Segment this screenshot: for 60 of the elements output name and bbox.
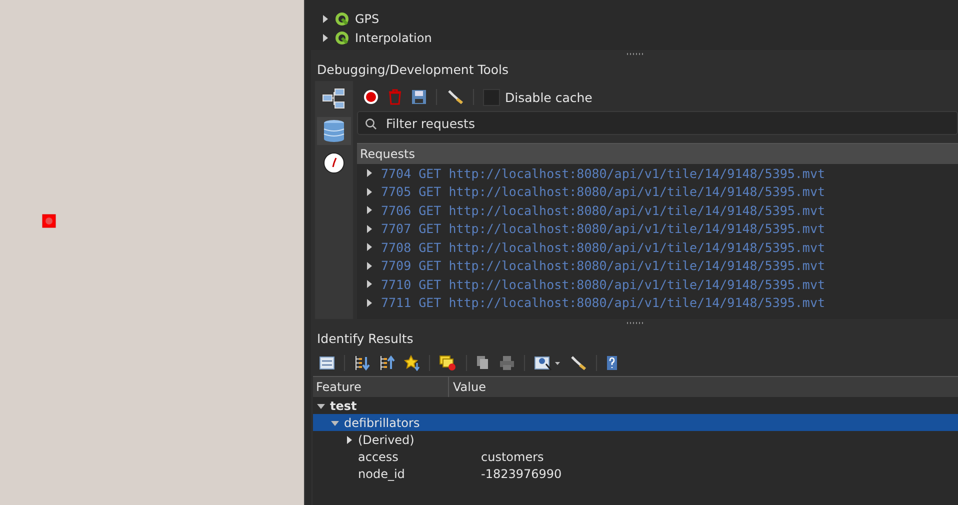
request-entry[interactable]: 7709 GET http://localhost:8080/api/v1/tile/14/9148/5395.mvt (381, 258, 826, 274)
panel-title: Debugging/Development Tools (316, 61, 510, 79)
expand-arrow-icon[interactable] (365, 243, 373, 252)
expand-arrow-icon[interactable] (321, 34, 329, 42)
tree-item[interactable]: Interpolation (355, 30, 432, 44)
feature-label: access (358, 450, 398, 464)
expand-arrow-icon[interactable] (365, 262, 373, 270)
expand-arrow-icon[interactable] (365, 224, 373, 233)
print-icon[interactable] (499, 355, 515, 371)
expand-arrow-icon[interactable] (365, 188, 373, 196)
expand-arrow-icon[interactable] (345, 436, 353, 444)
result-row[interactable]: access customers (313, 448, 958, 465)
result-row[interactable]: node_id -1823976990 (313, 465, 958, 482)
feature-label: node_id (358, 466, 405, 480)
expand-arrow-icon[interactable] (365, 280, 373, 288)
attribute-value: customers (481, 450, 544, 464)
expand-arrow-icon[interactable] (365, 169, 373, 178)
processing-provider-icon (335, 30, 349, 44)
collapse-tree-icon[interactable] (379, 355, 395, 371)
feature-label: (Derived) (358, 432, 414, 446)
processing-provider-icon (335, 12, 349, 26)
checkbox-label[interactable]: Disable cache (505, 90, 592, 104)
expand-tree-icon[interactable] (354, 355, 370, 371)
request-entry[interactable]: 7707 GET http://localhost:8080/api/v1/tile/14/9148/5395.mvt (381, 221, 826, 236)
request-entry[interactable]: 7711 GET http://localhost:8080/api/v1/tile/14/9148/5395.mvt (381, 295, 826, 310)
tree-item[interactable]: GPS (355, 12, 380, 26)
filter-field[interactable]: Filter requests (357, 111, 958, 135)
feature-label: defibrillators (344, 416, 420, 430)
star-icon[interactable] (404, 355, 420, 371)
request-entry[interactable]: 7704 GET http://localhost:8080/api/v1/tile/14/9148/5395.mvt (381, 166, 826, 181)
database-tab[interactable] (317, 117, 351, 145)
result-row[interactable]: defibrillators (313, 414, 958, 431)
panel-title: Identify Results (316, 330, 414, 348)
column-header[interactable]: Value (449, 377, 958, 397)
clear-results-icon[interactable] (439, 355, 457, 371)
wrench-icon[interactable] (446, 89, 464, 105)
identify-mode-icon[interactable] (534, 355, 560, 371)
expand-form-icon[interactable] (319, 355, 335, 371)
feature-label: test (330, 398, 357, 412)
record-icon[interactable] (363, 89, 379, 105)
expand-arrow-icon[interactable] (321, 14, 329, 22)
request-entry[interactable]: 7708 GET http://localhost:8080/api/v1/tile/14/9148/5395.mvt (381, 240, 826, 255)
save-icon[interactable] (411, 89, 427, 105)
disable-cache-checkbox[interactable] (483, 88, 500, 106)
wrench-icon[interactable] (569, 355, 587, 371)
point-marker-icon (42, 214, 56, 228)
result-row[interactable]: (Derived) (313, 431, 958, 448)
help-icon[interactable] (606, 355, 618, 371)
copy-icon[interactable] (476, 355, 490, 371)
expand-arrow-icon[interactable] (365, 298, 373, 307)
result-row[interactable]: test (313, 397, 958, 414)
request-entry[interactable]: 7710 GET http://localhost:8080/api/v1/tile/14/9148/5395.mvt (381, 276, 826, 292)
request-entry[interactable]: 7706 GET http://localhost:8080/api/v1/tile/14/9148/5395.mvt (381, 202, 826, 218)
expand-arrow-icon[interactable] (317, 402, 325, 410)
attribute-value: -1823976990 (481, 466, 562, 480)
request-entry[interactable]: 7705 GET http://localhost:8080/api/v1/tile/14/9148/5395.mvt (381, 184, 826, 200)
column-header[interactable]: Requests (357, 143, 958, 164)
splitter-handle[interactable] (304, 0, 311, 505)
expand-arrow-icon[interactable] (365, 206, 373, 214)
column-header[interactable]: Feature (313, 377, 449, 397)
